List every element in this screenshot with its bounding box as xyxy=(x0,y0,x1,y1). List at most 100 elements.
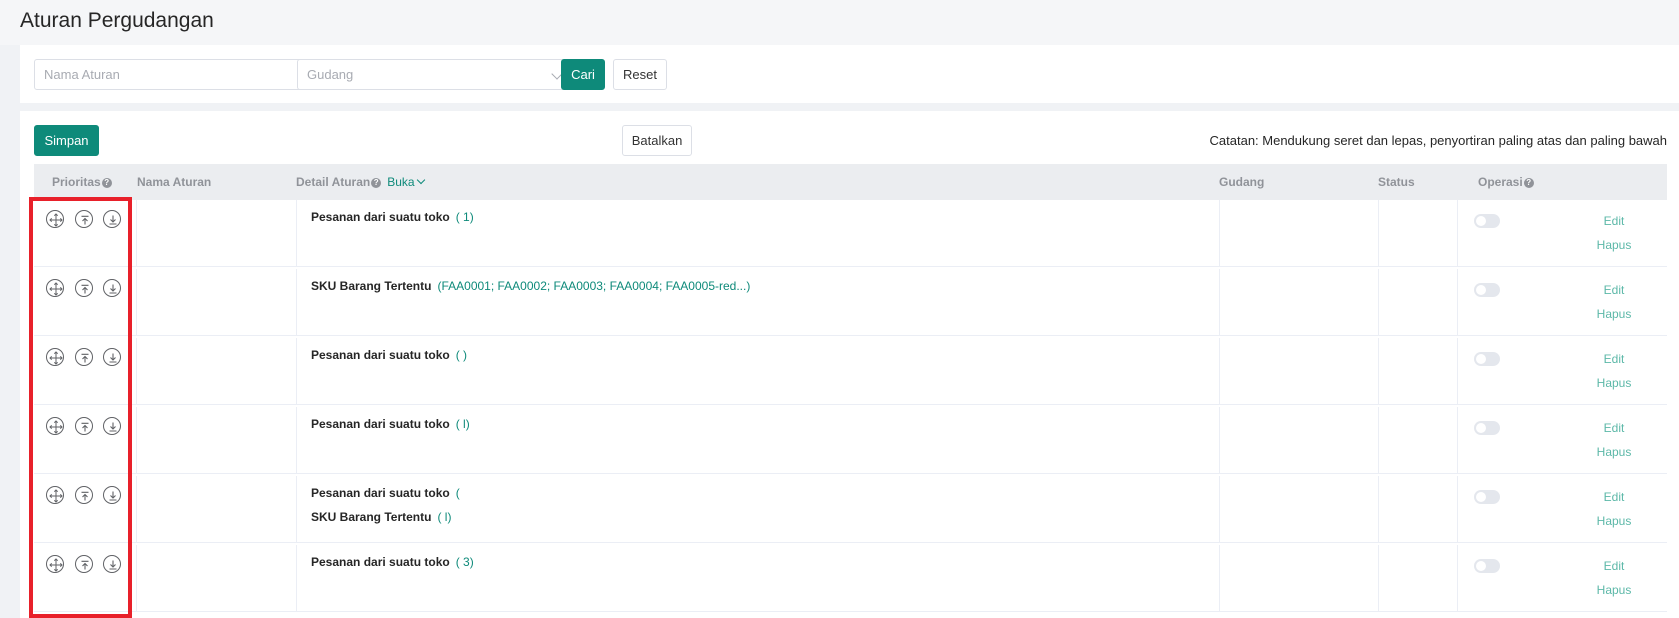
move-to-top-icon[interactable] xyxy=(75,555,93,573)
column-divider xyxy=(136,407,137,473)
move-to-top-icon[interactable] xyxy=(75,210,93,228)
rule-condition-label: Pesanan dari suatu toko xyxy=(311,348,450,362)
column-divider xyxy=(296,269,297,335)
edit-link[interactable]: Edit xyxy=(1584,421,1644,435)
warehouse-select[interactable]: Gudang xyxy=(297,59,572,90)
delete-link[interactable]: Hapus xyxy=(1584,583,1644,597)
move-to-bottom-icon[interactable] xyxy=(103,417,121,435)
rule-detail: Pesanan dari suatu toko ( l) xyxy=(311,417,470,441)
column-divider xyxy=(1378,200,1379,266)
drag-move-icon[interactable] xyxy=(46,486,64,504)
priority-controls xyxy=(46,417,126,435)
drag-move-icon[interactable] xyxy=(46,555,64,573)
column-divider xyxy=(296,200,297,266)
rule-detail: Pesanan dari suatu toko ( ) xyxy=(311,348,467,372)
header-operation: Operasi? xyxy=(1478,164,1534,200)
status-toggle[interactable] xyxy=(1474,490,1500,504)
warehouse-select-placeholder: Gudang xyxy=(307,67,354,82)
edit-link[interactable]: Edit xyxy=(1584,214,1644,228)
cancel-button[interactable]: Batalkan xyxy=(622,125,692,156)
drag-move-icon[interactable] xyxy=(46,417,64,435)
table-row: Pesanan dari suatu toko ( 1) Edit Hapus xyxy=(34,200,1667,267)
delete-link[interactable]: Hapus xyxy=(1584,307,1644,321)
expand-toggle[interactable]: Buka xyxy=(387,175,425,189)
drag-move-icon[interactable] xyxy=(46,210,64,228)
column-divider xyxy=(1378,269,1379,335)
help-icon[interactable]: ? xyxy=(371,178,382,188)
rule-detail: Pesanan dari suatu toko ( 1) xyxy=(311,210,474,234)
rule-detail: Pesanan dari suatu toko (SKU Barang Terte… xyxy=(311,486,460,534)
move-to-bottom-icon[interactable] xyxy=(103,555,121,573)
move-to-top-icon[interactable] xyxy=(75,279,93,297)
move-to-top-icon[interactable] xyxy=(75,486,93,504)
move-to-top-icon[interactable] xyxy=(75,348,93,366)
drag-move-icon[interactable] xyxy=(46,348,64,366)
search-button[interactable]: Cari xyxy=(561,59,605,90)
column-divider xyxy=(1378,407,1379,473)
table-row: Pesanan dari suatu toko (SKU Barang Terte… xyxy=(34,476,1667,543)
column-divider xyxy=(136,545,137,611)
move-to-bottom-icon[interactable] xyxy=(103,486,121,504)
edit-link[interactable]: Edit xyxy=(1584,283,1644,297)
column-divider xyxy=(1219,200,1220,266)
table-row: Pesanan dari suatu toko ( 3) Edit Hapus xyxy=(34,545,1667,612)
delete-link[interactable]: Hapus xyxy=(1584,445,1644,459)
rule-detail-line: SKU Barang Tertentu (FAA0001; FAA0002; FA… xyxy=(311,279,750,303)
edit-link[interactable]: Edit xyxy=(1584,559,1644,573)
edit-link[interactable]: Edit xyxy=(1584,490,1644,504)
priority-controls xyxy=(46,279,126,297)
header-rule-detail: Detail Aturan? Buka xyxy=(296,164,425,200)
rule-condition-value: ( xyxy=(455,486,460,500)
status-toggle[interactable] xyxy=(1474,352,1500,366)
column-divider xyxy=(296,407,297,473)
delete-link[interactable]: Hapus xyxy=(1584,376,1644,390)
column-divider xyxy=(296,476,297,542)
rule-detail: SKU Barang Tertentu (FAA0001; FAA0002; FA… xyxy=(311,279,750,303)
rule-condition-label: SKU Barang Tertentu xyxy=(311,510,432,524)
rule-detail: Pesanan dari suatu toko ( 3) xyxy=(311,555,474,579)
column-divider xyxy=(1378,338,1379,404)
column-divider xyxy=(1378,476,1379,542)
rule-detail-line: Pesanan dari suatu toko ( l) xyxy=(311,417,470,441)
rule-detail-line: Pesanan dari suatu toko ( 3) xyxy=(311,555,474,579)
column-divider xyxy=(1457,269,1458,335)
rules-panel: Simpan Batalkan Catatan: Mendukung seret… xyxy=(20,111,1679,618)
move-to-top-icon[interactable] xyxy=(75,417,93,435)
rule-condition-label: Pesanan dari suatu toko xyxy=(311,417,450,431)
move-to-bottom-icon[interactable] xyxy=(103,348,121,366)
save-button[interactable]: Simpan xyxy=(34,125,99,156)
table-row: Pesanan dari suatu toko ( l) Edit Hapus xyxy=(34,407,1667,474)
header-priority: Prioritas? xyxy=(52,164,112,200)
header-rule-name: Nama Aturan xyxy=(137,175,212,189)
move-to-bottom-icon[interactable] xyxy=(103,210,121,228)
rule-condition-value: ( ) xyxy=(455,348,468,362)
status-toggle[interactable] xyxy=(1474,214,1500,228)
column-divider xyxy=(1219,338,1220,404)
column-divider xyxy=(1457,545,1458,611)
drag-move-icon[interactable] xyxy=(46,279,64,297)
column-divider xyxy=(136,200,137,266)
column-divider xyxy=(1457,338,1458,404)
delete-link[interactable]: Hapus xyxy=(1584,238,1644,252)
rule-detail-line: Pesanan dari suatu toko ( xyxy=(311,486,460,510)
rule-detail-line: SKU Barang Tertentu ( l) xyxy=(311,510,460,534)
column-divider xyxy=(1219,476,1220,542)
help-icon[interactable]: ? xyxy=(101,178,112,188)
column-divider xyxy=(1457,200,1458,266)
column-divider xyxy=(1219,407,1220,473)
status-toggle[interactable] xyxy=(1474,559,1500,573)
rule-name-input[interactable]: Nama Aturan xyxy=(34,59,309,90)
drag-sort-note: Catatan: Mendukung seret dan lepas, peny… xyxy=(1209,133,1667,148)
rule-condition-value: (FAA0001; FAA0002; FAA0003; FAA0004; FAA… xyxy=(437,279,751,293)
column-divider xyxy=(1457,407,1458,473)
status-toggle[interactable] xyxy=(1474,283,1500,297)
help-icon[interactable]: ? xyxy=(1523,178,1534,188)
filter-bar: Nama Aturan Gudang Cari Reset xyxy=(20,45,1679,103)
delete-link[interactable]: Hapus xyxy=(1584,514,1644,528)
status-toggle[interactable] xyxy=(1474,421,1500,435)
column-divider xyxy=(1457,476,1458,542)
edit-link[interactable]: Edit xyxy=(1584,352,1644,366)
rule-condition-label: Pesanan dari suatu toko xyxy=(311,210,450,224)
reset-button[interactable]: Reset xyxy=(613,59,667,90)
move-to-bottom-icon[interactable] xyxy=(103,279,121,297)
